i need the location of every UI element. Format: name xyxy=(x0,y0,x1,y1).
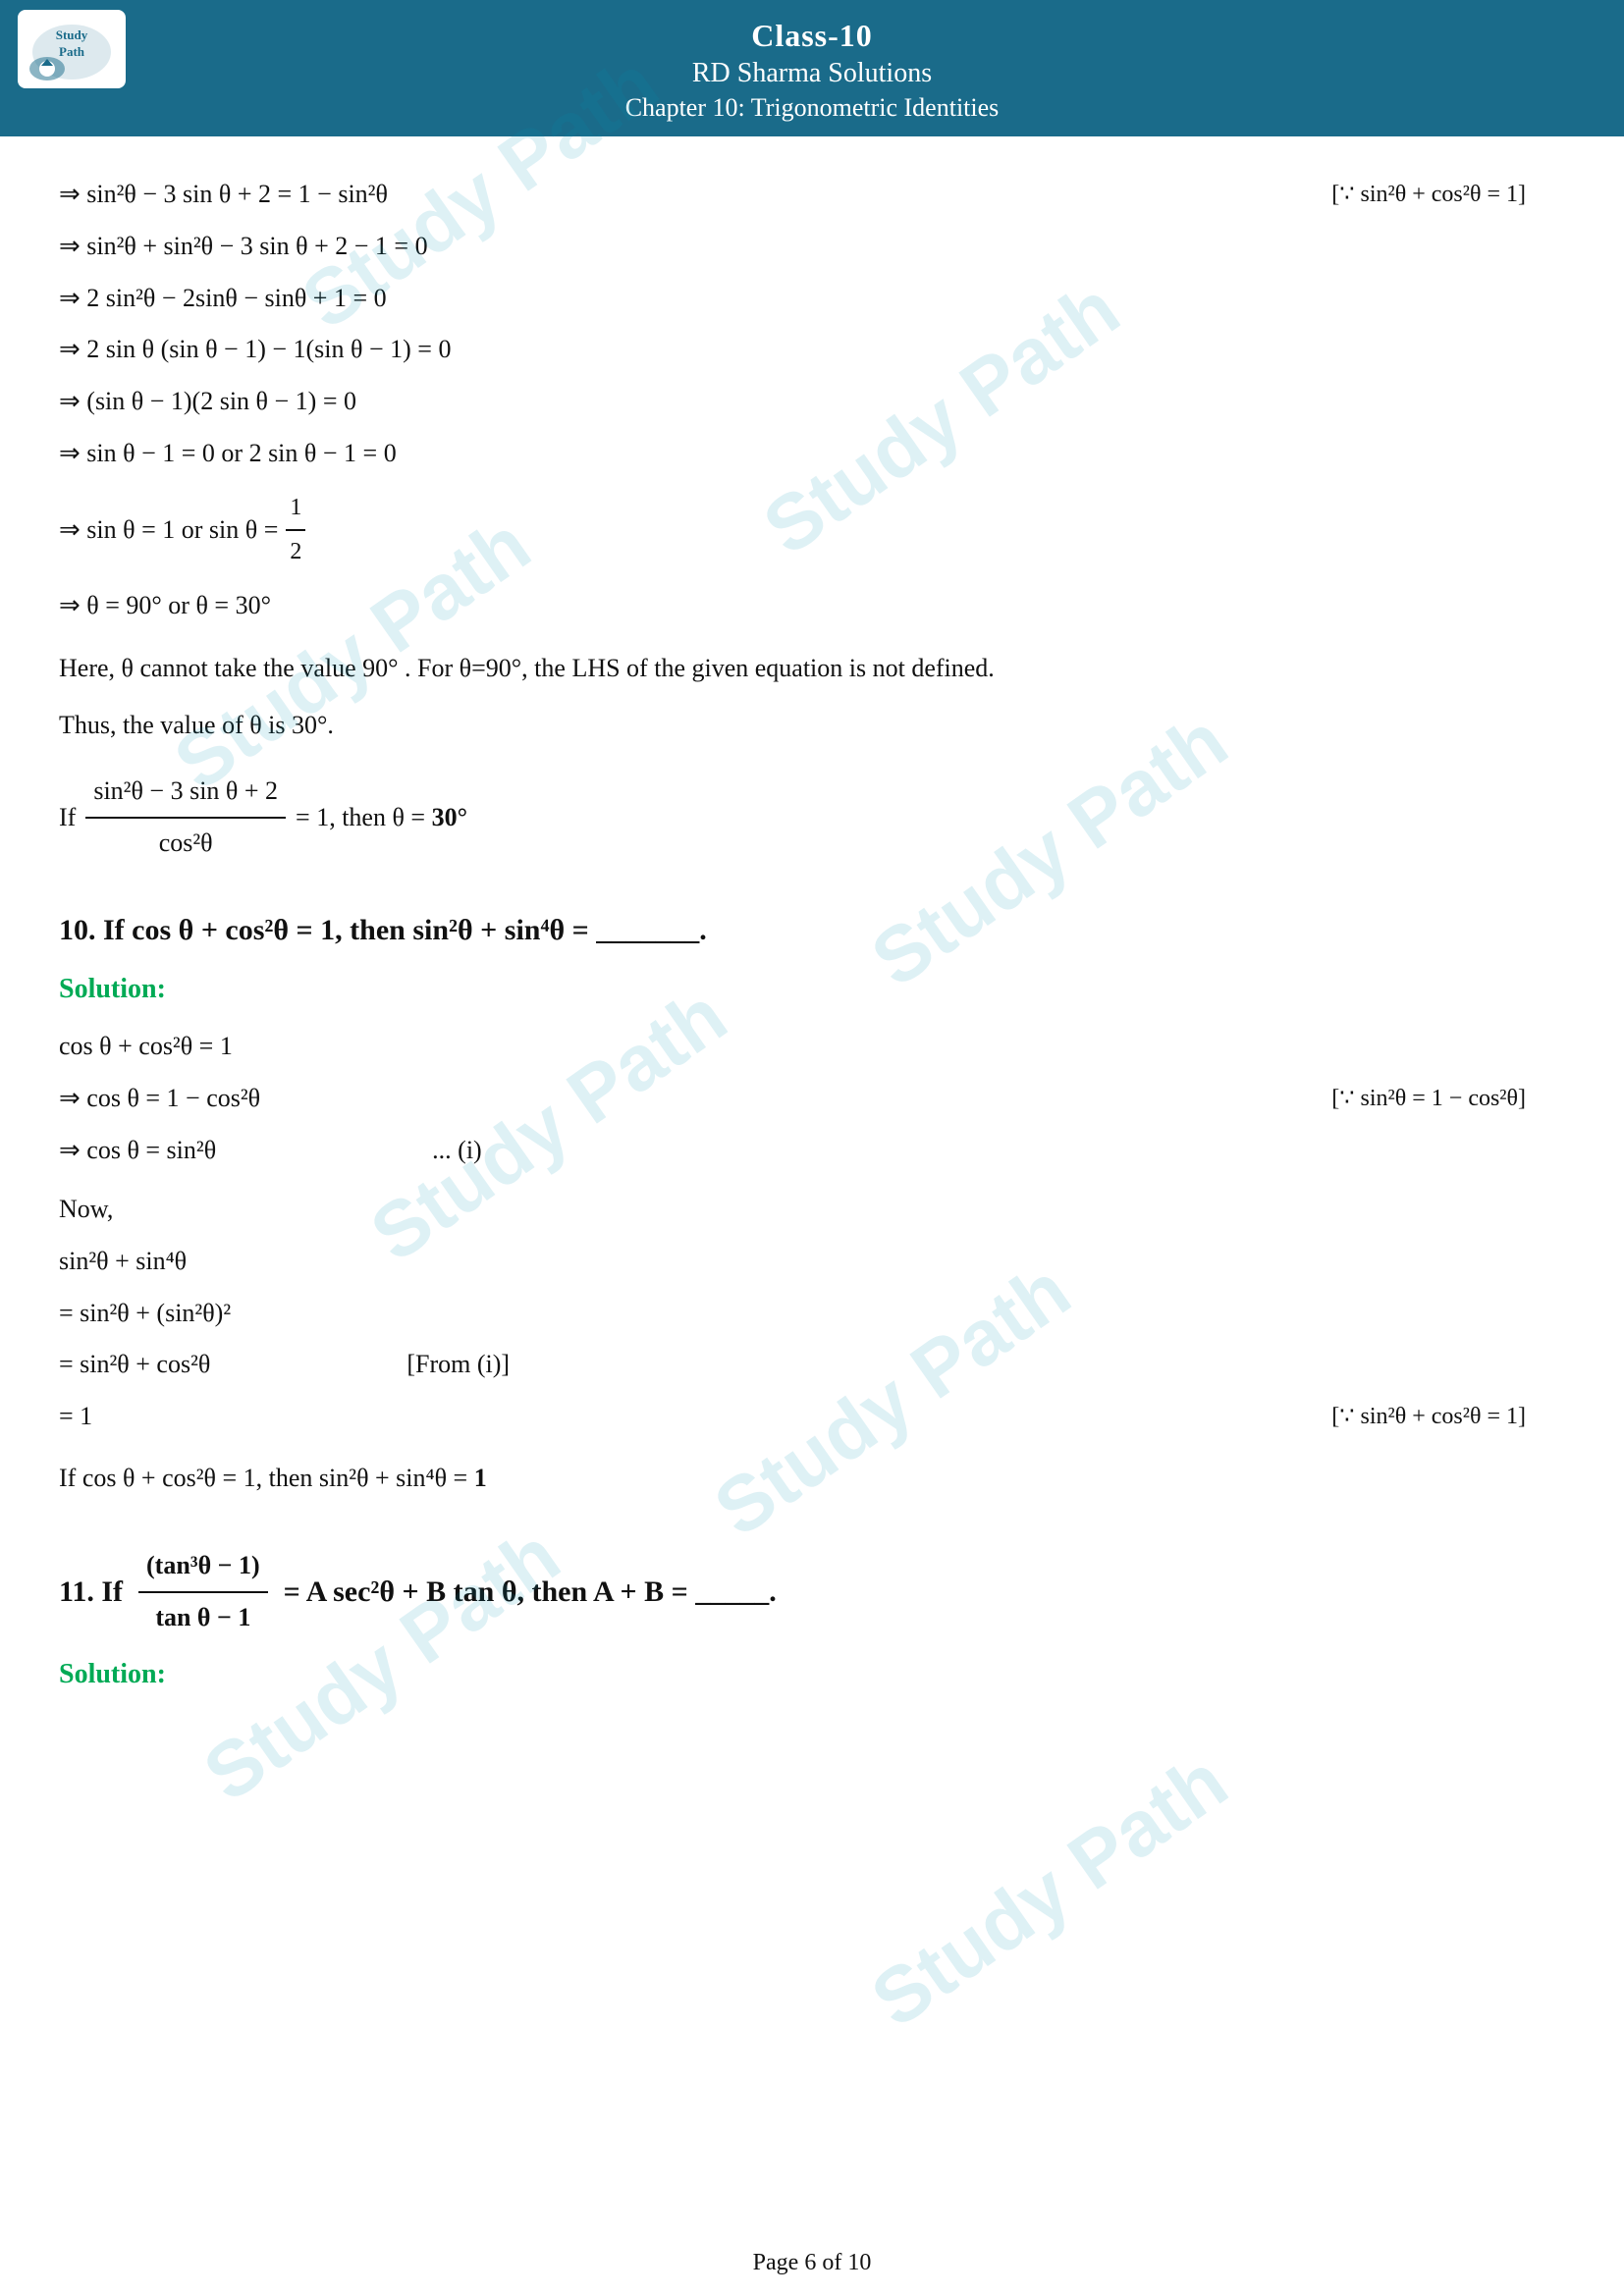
q10-line-2: ⇒ cos θ = 1 − cos²θ [∵ sin²θ = 1 − cos²θ… xyxy=(59,1076,1565,1122)
math-line-3: ⇒ 2 sin²θ − 2sinθ − sinθ + 1 = 0 xyxy=(59,276,1565,322)
q10-annotation-1: [∵ sin²θ = 1 − cos²θ] xyxy=(1331,1078,1565,1120)
math-line-5: ⇒ (sin θ − 1)(2 sin θ − 1) = 0 xyxy=(59,379,1565,425)
q11-frac-den: tan θ − 1 xyxy=(147,1593,258,1643)
summary-eq: = 1, then θ = 30° xyxy=(296,795,467,841)
math-expr-8: ⇒ θ = 90° or θ = 30° xyxy=(59,583,271,629)
header-class: Class-10 xyxy=(10,18,1614,54)
q11-intro: 11. If xyxy=(59,1566,123,1619)
q10-expr-4: sin²θ + sin⁴θ xyxy=(59,1239,187,1285)
math-expr-4: ⇒ 2 sin θ (sin θ − 1) − 1(sin θ − 1) = 0 xyxy=(59,327,451,373)
math-line-6: ⇒ sin θ − 1 = 0 or 2 sin θ − 1 = 0 xyxy=(59,431,1565,477)
q10-line-6: = sin²θ + cos²θ [From (i)] xyxy=(59,1342,1565,1388)
question-10-title: 10. If cos θ + cos²θ = 1, then sin²θ + s… xyxy=(59,904,1565,957)
text-paragraph-1: Here, θ cannot take the value 90° . For … xyxy=(59,647,1483,690)
q10-line-7: = 1 [∵ sin²θ + cos²θ = 1] xyxy=(59,1394,1565,1440)
math-line-2: ⇒ sin²θ + sin²θ − 3 sin θ + 2 − 1 = 0 xyxy=(59,224,1565,270)
fraction-denominator: 2 xyxy=(286,531,305,573)
math-expr-1: ⇒ sin²θ − 3 sin θ + 2 = 1 − sin²θ xyxy=(59,172,388,218)
watermark-8: Study Path xyxy=(855,1735,1243,2045)
svg-text:Path: Path xyxy=(59,44,85,59)
math-line-1: ⇒ sin²θ − 3 sin θ + 2 = 1 − sin²θ [∵ sin… xyxy=(59,172,1565,218)
header-subtitle1: RD Sharma Solutions xyxy=(10,58,1614,89)
q10-annotation-2: ... (i) xyxy=(432,1128,482,1174)
summary-line: If sin²θ − 3 sin θ + 2 cos²θ = 1, then θ… xyxy=(59,767,1565,869)
q10-annotation-4: [∵ sin²θ + cos²θ = 1] xyxy=(1331,1396,1565,1438)
summary-ans: 30° xyxy=(432,803,467,831)
q11-frac-num: (tan³θ − 1) xyxy=(138,1541,268,1593)
header-subtitle2: Chapter 10: Trigonometric Identities xyxy=(10,93,1614,123)
page-header: Study Path Class-10 RD Sharma Solutions … xyxy=(0,0,1624,136)
page-footer: Page 6 of 10 xyxy=(0,2250,1624,2276)
q10-annotation-3: [From (i)] xyxy=(406,1342,510,1388)
math-expr-2: ⇒ sin²θ + sin²θ − 3 sin θ + 2 − 1 = 0 xyxy=(59,224,428,270)
math-line-7: ⇒ sin θ = 1 or sin θ = 1 2 xyxy=(59,487,1565,573)
q10-expr-5: = sin²θ + (sin²θ)² xyxy=(59,1291,231,1337)
solution-11-label: Solution: xyxy=(59,1650,1565,1699)
q10-summary: If cos θ + cos²θ = 1, then sin²θ + sin⁴θ… xyxy=(59,1456,1565,1502)
q11-eq: = A sec²θ + B tan θ, then A + B = _____. xyxy=(284,1566,777,1619)
q10-now: Now, xyxy=(59,1188,1565,1231)
q10-line-1: cos θ + cos²θ = 1 xyxy=(59,1024,1565,1070)
q10-expr-6: = sin²θ + cos²θ xyxy=(59,1342,210,1388)
question-11-title: 11. If (tan³θ − 1) tan θ − 1 = A sec²θ +… xyxy=(59,1541,1565,1643)
main-content: ⇒ sin²θ − 3 sin θ + 2 = 1 − sin²θ [∵ sin… xyxy=(0,136,1624,1769)
solution-10-label: Solution: xyxy=(59,965,1565,1014)
q10-expr-2: ⇒ cos θ = 1 − cos²θ xyxy=(59,1076,260,1122)
q10-expr-7: = 1 xyxy=(59,1394,92,1440)
svg-text:Study: Study xyxy=(56,27,88,42)
fraction-numerator: 1 xyxy=(286,487,305,531)
q10-summary-ans: 1 xyxy=(474,1464,487,1492)
q10-expr-1: cos θ + cos²θ = 1 xyxy=(59,1024,233,1070)
summary-frac-num: sin²θ − 3 sin θ + 2 xyxy=(85,767,286,819)
q10-line-5: = sin²θ + (sin²θ)² xyxy=(59,1291,1565,1337)
math-line-4: ⇒ 2 sin θ (sin θ − 1) − 1(sin θ − 1) = 0 xyxy=(59,327,1565,373)
q10-expr-3: ⇒ cos θ = sin²θ xyxy=(59,1128,216,1174)
page-container: Study Path Class-10 RD Sharma Solutions … xyxy=(0,0,1624,2296)
footer-text: Page 6 of 10 xyxy=(753,2250,872,2275)
annotation-1: [∵ sin²θ + cos²θ = 1] xyxy=(1331,174,1565,216)
q11-fraction: (tan³θ − 1) tan θ − 1 xyxy=(138,1541,268,1643)
math-expr-6: ⇒ sin θ − 1 = 0 or 2 sin θ − 1 = 0 xyxy=(59,431,397,477)
logo: Study Path xyxy=(18,10,126,88)
text-paragraph-2: Thus, the value of θ is 30°. xyxy=(59,704,1565,747)
summary-fraction: sin²θ − 3 sin θ + 2 cos²θ xyxy=(85,767,286,869)
math-expr-5: ⇒ (sin θ − 1)(2 sin θ − 1) = 0 xyxy=(59,379,356,425)
q10-line-3: ⇒ cos θ = sin²θ ... (i) xyxy=(59,1128,1565,1174)
summary-frac-den: cos²θ xyxy=(151,819,221,869)
math-line-8: ⇒ θ = 90° or θ = 30° xyxy=(59,583,1565,629)
q10-line-4: sin²θ + sin⁴θ xyxy=(59,1239,1565,1285)
summary-if: If xyxy=(59,795,76,841)
fraction-half: 1 2 xyxy=(286,487,305,573)
math-expr-3: ⇒ 2 sin²θ − 2sinθ − sinθ + 1 = 0 xyxy=(59,276,387,322)
math-expr-7a: ⇒ sin θ = 1 or sin θ = xyxy=(59,507,278,554)
